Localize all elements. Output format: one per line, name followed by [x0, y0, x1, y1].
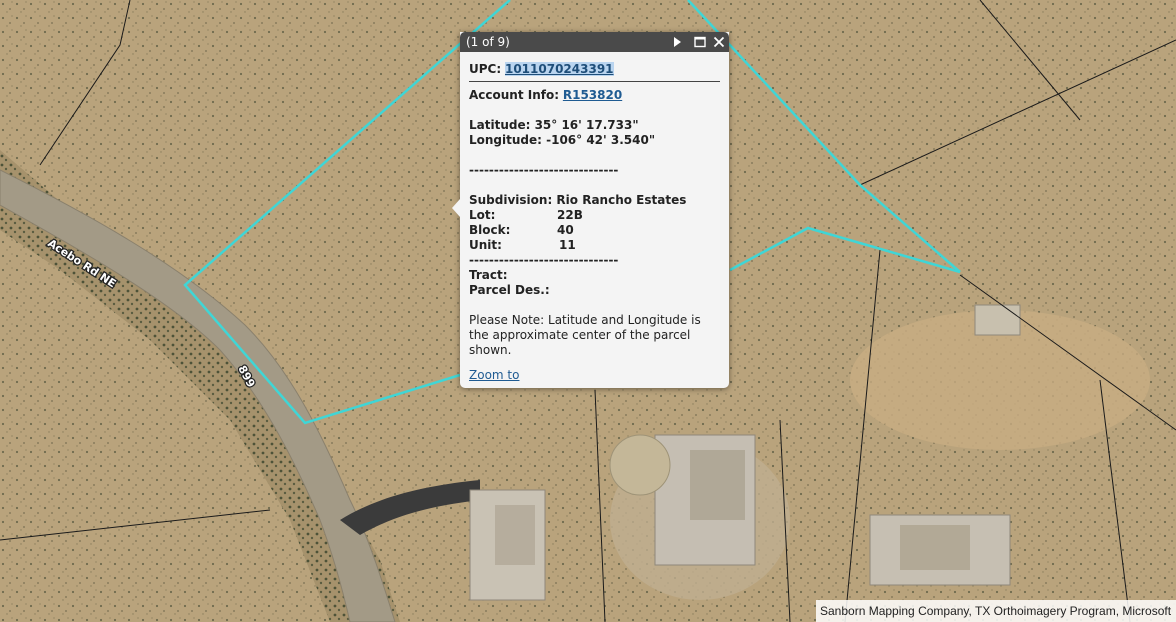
upc-row: UPC: 1011070243391 [469, 62, 720, 77]
account-label: Account Info: [469, 88, 560, 102]
popup-title: (1 of 9) [466, 35, 510, 49]
parcel-info-popup: (1 of 9) UPC: 1011070243391 Account Info… [452, 32, 729, 388]
lot-label: Lot: [469, 208, 496, 222]
zoom-to-link[interactable]: Zoom to [469, 368, 519, 382]
block-label: Block: [469, 223, 511, 237]
maximize-icon [694, 36, 706, 48]
unit-value: 11 [559, 238, 576, 252]
block-row: Block: 40 [469, 223, 720, 238]
tract-label: Tract: [469, 268, 508, 282]
play-icon [674, 37, 681, 47]
account-link[interactable]: R153820 [563, 88, 622, 102]
map-attribution: Sanborn Mapping Company, TX Orthoimagery… [816, 600, 1176, 622]
separator-text: ------------------------------ [469, 163, 619, 177]
upc-label: UPC: [469, 62, 502, 76]
separator-text-2: ------------------------------ [469, 253, 619, 267]
zoom-row: Zoom to [469, 368, 720, 383]
longitude-text: Longitude: -106° 42' 3.540" [469, 133, 656, 147]
close-icon [713, 36, 725, 48]
popup-body: UPC: 1011070243391 Account Info: R153820… [460, 52, 729, 383]
maximize-button[interactable] [691, 32, 709, 52]
lot-value: 22B [557, 208, 583, 222]
lot-row: Lot: 22B [469, 208, 720, 223]
upc-value[interactable]: 1011070243391 [504, 62, 614, 76]
popup-pointer [452, 199, 460, 217]
close-button[interactable] [710, 32, 728, 52]
block-value: 40 [557, 223, 574, 237]
next-feature-button[interactable] [668, 32, 686, 52]
subdivision-text: Subdivision: Rio Rancho Estates [469, 193, 687, 207]
unit-label: Unit: [469, 238, 502, 252]
account-row: Account Info: R153820 [469, 88, 720, 103]
note-text: Please Note: Latitude and Longitude is t… [469, 313, 701, 357]
parcel-des-label: Parcel Des.: [469, 283, 550, 297]
divider [469, 81, 720, 82]
popup-header: (1 of 9) [460, 32, 729, 52]
unit-row: Unit: 11 [469, 238, 720, 253]
latitude-text: Latitude: 35° 16' 17.733" [469, 118, 639, 132]
